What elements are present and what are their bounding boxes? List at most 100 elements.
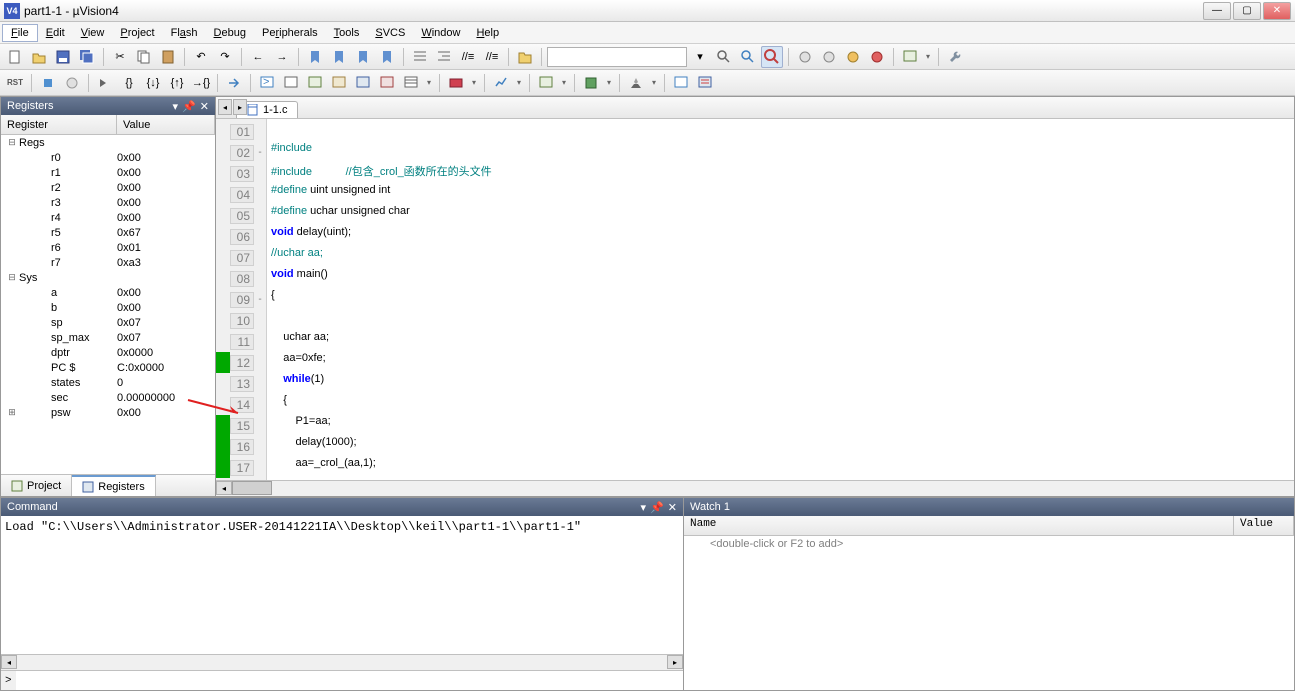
toolbox-icon[interactable] [625, 72, 647, 94]
register-row[interactable]: r10x00 [1, 165, 215, 180]
debug-circle1-icon[interactable] [794, 46, 816, 68]
menu-peripherals[interactable]: Peripherals [254, 25, 326, 41]
command-input[interactable] [16, 671, 683, 690]
menu-flash[interactable]: Flash [163, 25, 206, 41]
menu-help[interactable]: Help [468, 25, 507, 41]
window-dropdown-icon[interactable]: ▾ [923, 52, 933, 61]
menu-file[interactable]: File [2, 24, 38, 42]
tab-nav-right-icon[interactable]: ▸ [233, 99, 247, 115]
watch-name-column[interactable]: Name [684, 516, 1234, 535]
new-file-icon[interactable] [4, 46, 26, 68]
window-icon[interactable] [899, 46, 921, 68]
open-file-icon[interactable] [28, 46, 50, 68]
panel-dropdown-icon[interactable]: ▾ [173, 100, 179, 113]
watch-placeholder-row[interactable]: <double-click or F2 to add> [690, 538, 1288, 550]
register-row[interactable]: r00x00 [1, 150, 215, 165]
debug-circle3-icon[interactable] [842, 46, 864, 68]
analysis-window-icon[interactable] [490, 72, 512, 94]
menu-project[interactable]: Project [112, 25, 162, 41]
register-row[interactable]: r40x00 [1, 210, 215, 225]
call-stack-icon[interactable] [352, 72, 374, 94]
run-icon[interactable] [37, 72, 59, 94]
folder-icon[interactable] [514, 46, 536, 68]
step-out-icon[interactable]: {↑} [166, 72, 188, 94]
find-in-files-icon[interactable] [737, 46, 759, 68]
tab-nav-left-icon[interactable]: ◂ [218, 99, 232, 115]
cmd-scroll-left-icon[interactable]: ◂ [1, 655, 17, 669]
disassembly-icon[interactable] [280, 72, 302, 94]
system-viewer-icon[interactable] [580, 72, 602, 94]
paste-icon[interactable] [157, 46, 179, 68]
stop-icon[interactable] [61, 72, 83, 94]
wrench-icon[interactable] [944, 46, 966, 68]
command-output[interactable]: Load "C:\\Users\\Administrator.USER-2014… [1, 516, 683, 654]
register-row[interactable]: r20x00 [1, 180, 215, 195]
register-row[interactable]: r60x01 [1, 240, 215, 255]
watch-window-icon[interactable] [376, 72, 398, 94]
registers-window-icon[interactable] [328, 72, 350, 94]
maximize-button[interactable]: ▢ [1233, 2, 1261, 20]
register-row[interactable]: b0x00 [1, 300, 215, 315]
nav-back-icon[interactable]: ← [247, 46, 269, 68]
step-icon[interactable] [94, 72, 116, 94]
redo-icon[interactable]: ↷ [214, 46, 236, 68]
register-row[interactable]: r30x00 [1, 195, 215, 210]
analysis-dropdown-icon[interactable]: ▾ [514, 78, 524, 87]
debug-circle2-icon[interactable] [818, 46, 840, 68]
hscroll-left-icon[interactable]: ◂ [216, 481, 232, 495]
register-row[interactable]: states0 [1, 375, 215, 390]
debug-circle4-icon[interactable] [866, 46, 888, 68]
register-row[interactable]: sp_max0x07 [1, 330, 215, 345]
minimize-button[interactable]: — [1203, 2, 1231, 20]
watch-value-column[interactable]: Value [1234, 516, 1294, 535]
cmd-pin-icon[interactable]: 📌 [650, 501, 664, 514]
panel-close-icon[interactable]: ✕ [200, 100, 209, 113]
toolbox-dropdown-icon[interactable]: ▾ [649, 78, 659, 87]
symbol-window-icon[interactable] [304, 72, 326, 94]
save-all-icon[interactable] [76, 46, 98, 68]
step-into-icon[interactable]: {↓} [142, 72, 164, 94]
registers-tab[interactable]: Registers [72, 475, 155, 496]
find-dropdown-icon[interactable]: ▾ [689, 46, 711, 68]
incremental-find-icon[interactable] [761, 46, 783, 68]
run-to-cursor-icon[interactable]: →{} [190, 72, 212, 94]
hscroll-thumb[interactable] [232, 481, 272, 495]
register-group[interactable]: ⊟Regs [1, 135, 215, 150]
project-tab[interactable]: Project [1, 475, 72, 496]
menu-debug[interactable]: Debug [206, 25, 254, 41]
serial-window-icon[interactable] [445, 72, 467, 94]
undo-icon[interactable]: ↶ [190, 46, 212, 68]
register-row[interactable]: ⊞psw0x00 [1, 405, 215, 420]
register-group[interactable]: ⊟Sys [1, 270, 215, 285]
indent-icon[interactable] [409, 46, 431, 68]
cmd-dropdown-icon[interactable]: ▾ [641, 501, 647, 514]
trace-dropdown-icon[interactable]: ▾ [559, 78, 569, 87]
menu-window[interactable]: Window [413, 25, 468, 41]
register-row[interactable]: dptr0x0000 [1, 345, 215, 360]
panel-pin-icon[interactable]: 📌 [182, 100, 196, 113]
register-row[interactable]: PC $C:0x0000 [1, 360, 215, 375]
menu-svcs[interactable]: SVCS [367, 25, 413, 41]
register-row[interactable]: r50x67 [1, 225, 215, 240]
comment-icon[interactable]: //≡ [457, 46, 479, 68]
cmd-scroll-right-icon[interactable]: ▸ [667, 655, 683, 669]
menu-edit[interactable]: Edit [38, 25, 73, 41]
find-combo[interactable] [547, 47, 687, 67]
nav-forward-icon[interactable]: → [271, 46, 293, 68]
code-area[interactable]: 0102-03040506070809-1011121314151617 #in… [216, 119, 1294, 480]
menu-tools[interactable]: Tools [326, 25, 368, 41]
menu-view[interactable]: View [73, 25, 113, 41]
register-row[interactable]: a0x00 [1, 285, 215, 300]
step-over-icon[interactable]: {} [118, 72, 140, 94]
show-next-icon[interactable] [223, 72, 245, 94]
memory-dropdown-icon[interactable]: ▾ [424, 78, 434, 87]
options-icon[interactable] [694, 72, 716, 94]
save-icon[interactable] [52, 46, 74, 68]
find-icon[interactable] [713, 46, 735, 68]
close-button[interactable]: ✕ [1263, 2, 1291, 20]
uncomment-icon[interactable]: //≡ [481, 46, 503, 68]
copy-icon[interactable] [133, 46, 155, 68]
system-dropdown-icon[interactable]: ▾ [604, 78, 614, 87]
trace-window-icon[interactable] [535, 72, 557, 94]
bookmark-clear-icon[interactable] [376, 46, 398, 68]
